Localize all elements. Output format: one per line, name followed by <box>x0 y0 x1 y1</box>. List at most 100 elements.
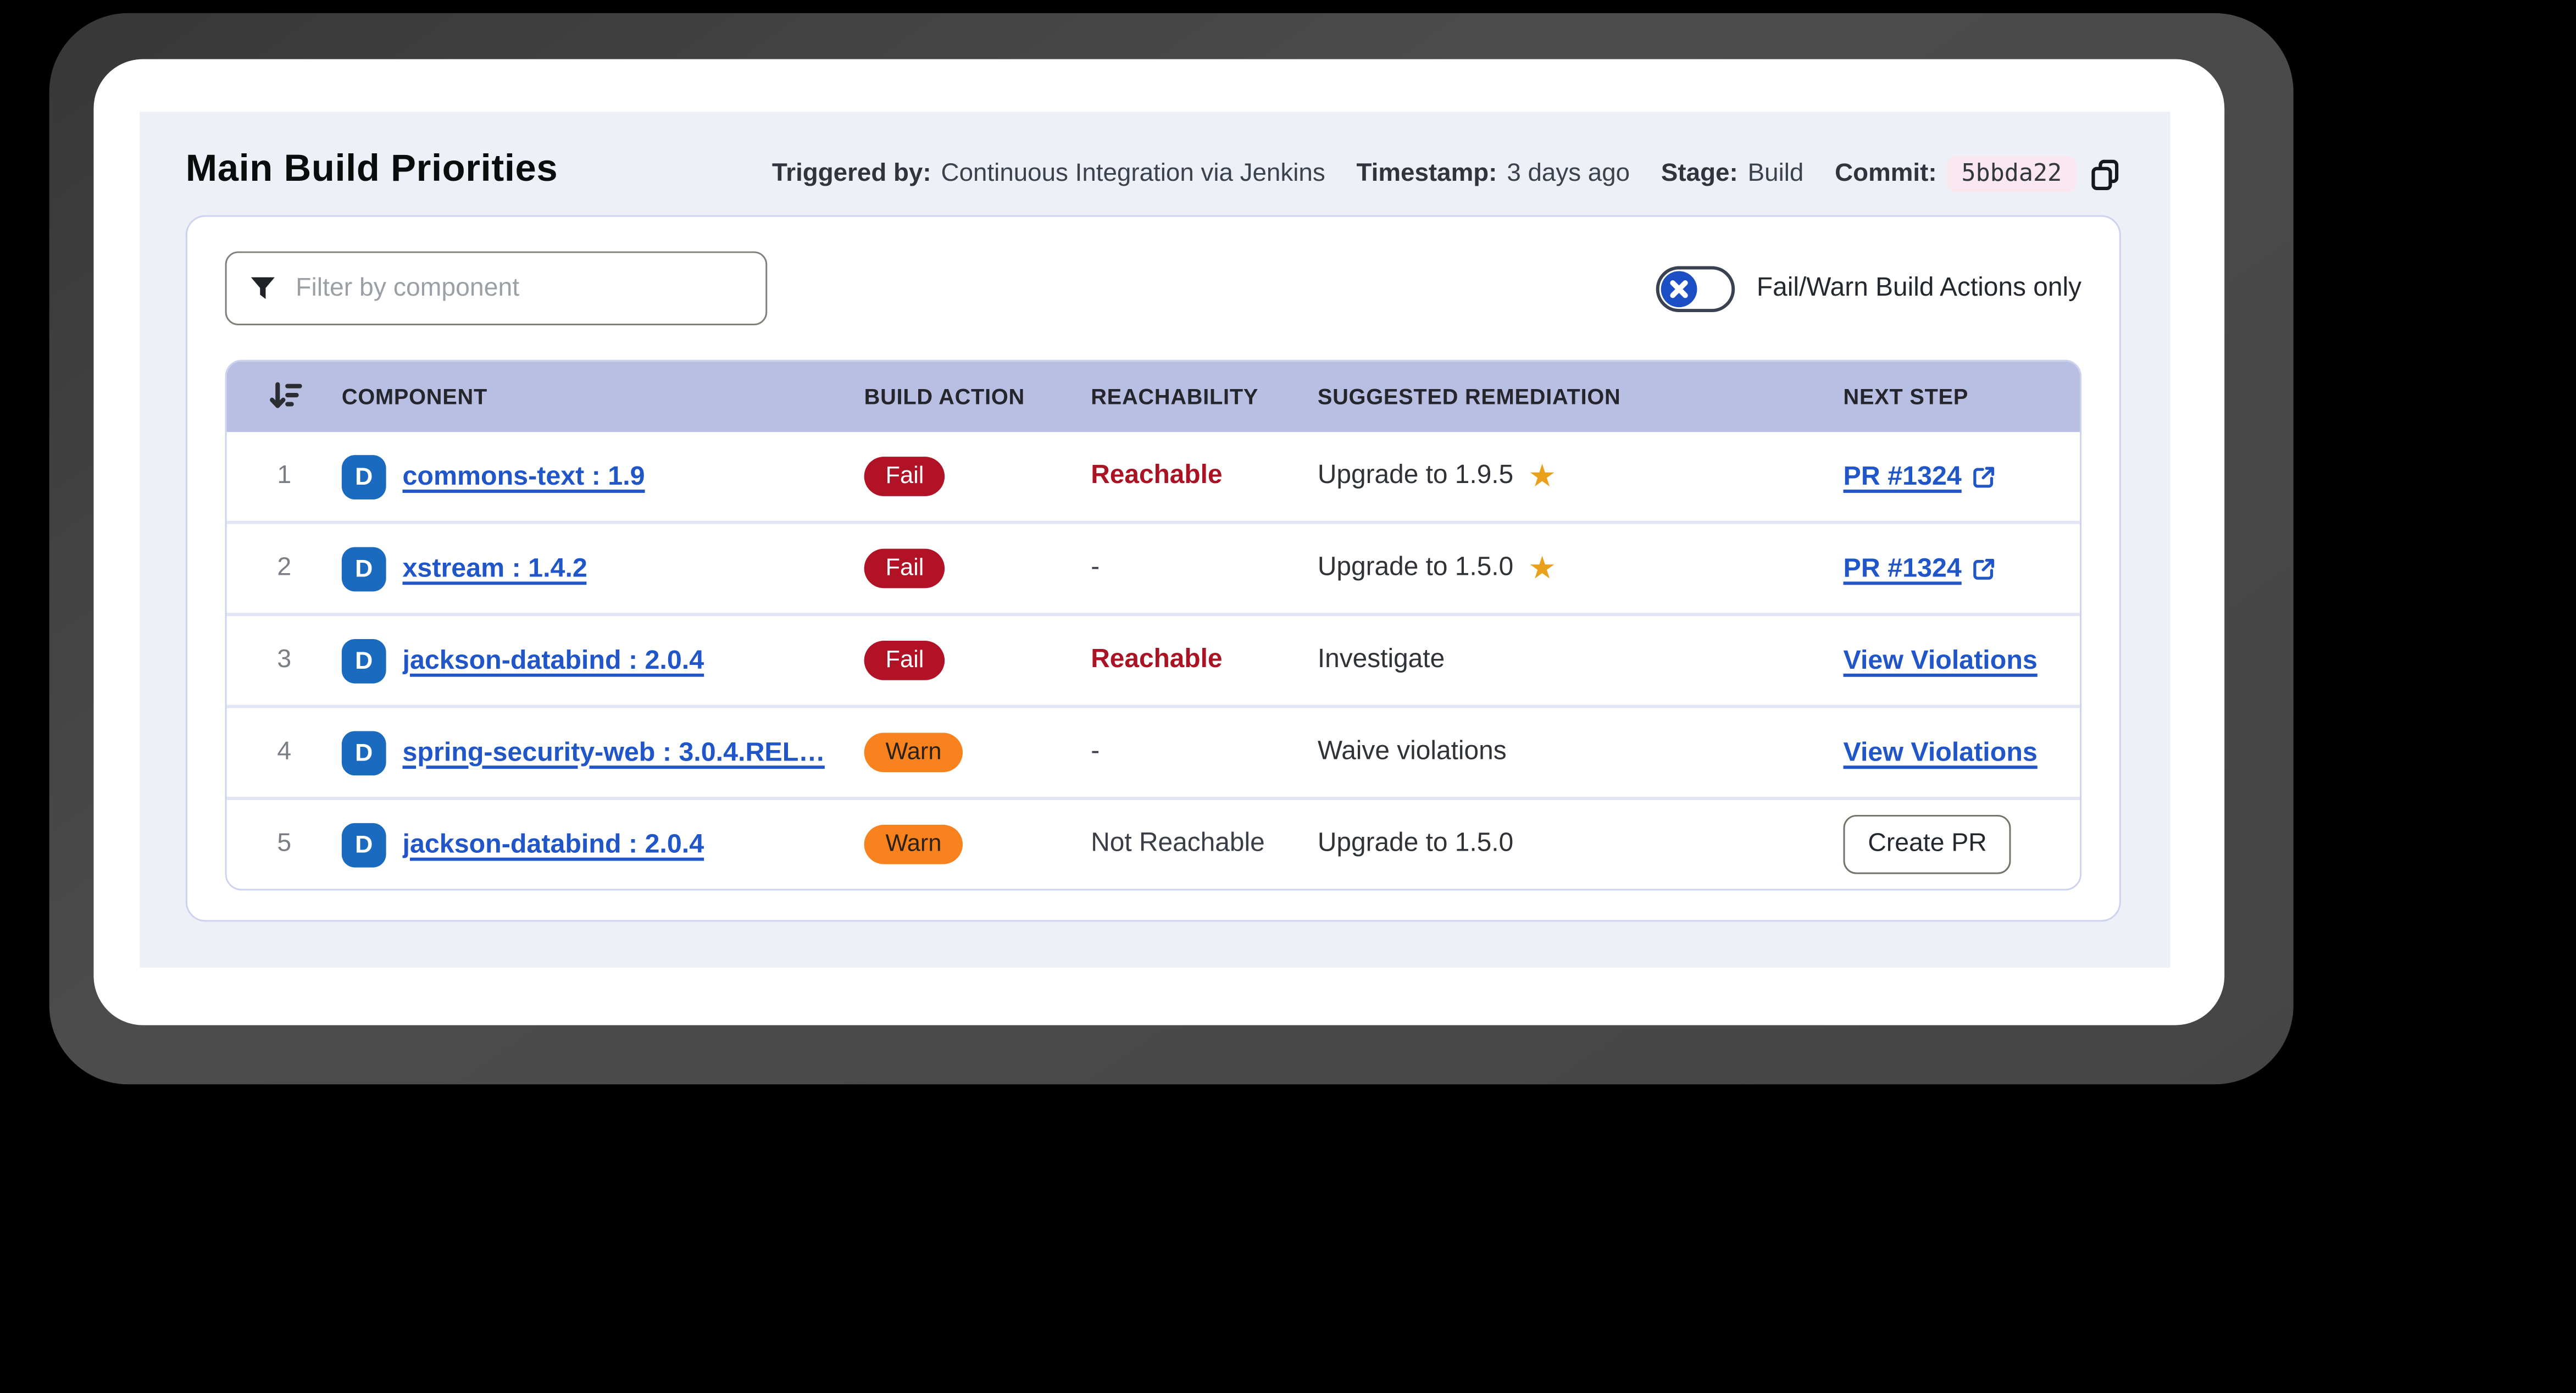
meta-label: Triggered by: <box>771 159 931 187</box>
next-step-cell: View Violations <box>1844 737 2080 768</box>
remediation-cell: Upgrade to 1.9.5 ★ <box>1318 461 1844 492</box>
table-header: COMPONENT BUILD ACTION REACHABILITY SUGG… <box>226 361 2080 432</box>
filter-funnel-icon <box>249 276 276 301</box>
stage: Main Build Priorities Triggered by: Cont… <box>0 0 2576 1393</box>
toggle-knob <box>1661 270 1698 307</box>
component-link[interactable]: jackson-databind : 2.0.4 <box>403 645 704 676</box>
table-row: 1 D commons-text : 1.9 Fail Reachable Up… <box>226 432 2080 521</box>
build-action-cell: Fail <box>864 641 1091 680</box>
report-meta: Triggered by: Continuous Integration via… <box>772 156 2121 192</box>
meta-value: 3 days ago <box>1507 159 1630 187</box>
component-cell: D spring-security-web : 3.0.4.REL… <box>341 730 864 775</box>
priorities-panel: Fail/Warn Build Actions only <box>185 215 2121 922</box>
remediation-text: Upgrade to 1.9.5 <box>1317 462 1514 490</box>
build-action-badge: Warn <box>864 824 963 864</box>
next-step-cell: PR #1324 <box>1844 553 2080 584</box>
build-action-badge: Fail <box>864 641 946 680</box>
dependency-d-icon: D <box>341 822 386 867</box>
toggle-group: Fail/Warn Build Actions only <box>1656 265 2082 312</box>
external-link-icon <box>1972 556 1996 581</box>
screen: Main Build Priorities Triggered by: Cont… <box>93 59 2225 1025</box>
build-action-cell: Warn <box>864 824 1091 864</box>
filter-box <box>225 251 768 325</box>
dependency-d-icon: D <box>341 730 386 775</box>
col-next-step: NEXT STEP <box>1843 384 1969 409</box>
view-violations-link[interactable]: View Violations <box>1844 737 2038 768</box>
device-frame: Main Build Priorities Triggered by: Cont… <box>49 13 2294 1085</box>
remediation-cell: Upgrade to 1.5.0 ★ <box>1318 553 1844 584</box>
component-cell: D jackson-databind : 2.0.4 <box>341 638 864 683</box>
table-row: 3 D jackson-databind : 2.0.4 Fail Reacha… <box>226 613 2080 705</box>
meta-label: Stage: <box>1661 159 1738 187</box>
dependency-d-icon: D <box>341 638 386 683</box>
build-action-badge: Warn <box>864 732 963 773</box>
build-action-cell: Fail <box>864 457 1091 496</box>
component-cell: D commons-text : 1.9 <box>341 454 864 499</box>
create-pr-button[interactable]: Create PR <box>1843 814 2012 874</box>
row-rank: 2 <box>277 553 292 582</box>
build-action-cell: Warn <box>864 732 1091 773</box>
meta-triggered-by: Triggered by: Continuous Integration via… <box>772 159 1325 189</box>
x-circle-icon <box>1662 270 1698 307</box>
view-violations-link[interactable]: View Violations <box>1844 645 2038 676</box>
next-step-cell: Create PR <box>1843 814 2080 874</box>
dependency-d-icon: D <box>341 546 386 591</box>
build-action-badge: Fail <box>864 457 946 496</box>
remediation-text: Upgrade to 1.5.0 <box>1317 829 1514 858</box>
reachability-text: - <box>1091 553 1100 582</box>
commit-hash-chip: 5bbda22 <box>1946 156 2077 192</box>
table-row: 2 D xstream : 1.4.2 Fail - Upgrade to 1.… <box>226 520 2080 613</box>
meta-commit: Commit: 5bbda22 <box>1835 156 2121 192</box>
external-link-icon <box>1972 464 1996 489</box>
filter-input[interactable] <box>292 271 746 305</box>
component-link[interactable]: commons-text : 1.9 <box>403 461 645 492</box>
toggle-label: Fail/Warn Build Actions only <box>1756 273 2082 302</box>
remediation-text: Upgrade to 1.5.0 <box>1317 553 1514 582</box>
table-body: 1 D commons-text : 1.9 Fail Reachable Up… <box>226 432 2080 889</box>
report-card: Main Build Priorities Triggered by: Cont… <box>140 112 2170 968</box>
star-icon: ★ <box>1528 459 1557 494</box>
next-step-cell: PR #1324 <box>1844 461 2080 492</box>
reachability-cell: - <box>1091 554 1318 584</box>
remediation-cell: Upgrade to 1.5.0 <box>1318 830 1844 859</box>
dependency-d-icon: D <box>341 454 386 499</box>
reachability-text: Reachable <box>1091 462 1223 490</box>
priorities-table: COMPONENT BUILD ACTION REACHABILITY SUGG… <box>225 359 2082 891</box>
meta-value: Continuous Integration via Jenkins <box>941 159 1325 187</box>
fail-warn-toggle[interactable] <box>1656 265 1736 312</box>
component-link[interactable]: spring-security-web : 3.0.4.REL… <box>403 737 825 768</box>
reachability-text: Reachable <box>1091 645 1223 674</box>
reachability-cell: - <box>1091 737 1318 767</box>
toolbar: Fail/Warn Build Actions only <box>225 251 2081 325</box>
page-title: Main Build Priorities <box>185 146 558 189</box>
pr-link[interactable]: PR #1324 <box>1844 553 1996 584</box>
row-rank: 5 <box>277 829 292 858</box>
pr-link[interactable]: PR #1324 <box>1844 461 1996 492</box>
copy-icon[interactable] <box>2090 157 2121 192</box>
meta-value: Build <box>1747 159 1804 187</box>
reachability-cell: Reachable <box>1091 646 1318 675</box>
meta-label: Commit: <box>1835 159 1937 187</box>
remediation-cell: Waive violations <box>1318 737 1844 767</box>
reachability-text: - <box>1091 737 1100 766</box>
table-row: 5 D jackson-databind : 2.0.4 Warn Not Re… <box>226 797 2080 889</box>
meta-label: Timestamp: <box>1356 159 1497 187</box>
sort-descending-icon[interactable] <box>227 380 342 414</box>
col-reachability: REACHABILITY <box>1091 384 1259 409</box>
build-action-badge: Fail <box>864 548 946 589</box>
report-header: Main Build Priorities Triggered by: Cont… <box>186 112 2121 192</box>
row-rank: 4 <box>277 737 292 766</box>
star-icon: ★ <box>1528 551 1557 586</box>
next-step-label: PR #1324 <box>1843 460 1962 491</box>
component-cell: D jackson-databind : 2.0.4 <box>341 822 864 867</box>
remediation-text: Investigate <box>1317 645 1445 674</box>
reachability-cell: Not Reachable <box>1091 830 1318 859</box>
col-remediation: SUGGESTED REMEDIATION <box>1317 384 1621 409</box>
component-link[interactable]: jackson-databind : 2.0.4 <box>403 829 704 860</box>
next-step-label: PR #1324 <box>1843 553 1962 582</box>
reachability-text: Not Reachable <box>1091 829 1265 858</box>
next-step-label: View Violations <box>1843 645 2038 675</box>
component-link[interactable]: xstream : 1.4.2 <box>403 553 587 584</box>
next-step-label: Create PR <box>1868 829 1987 858</box>
remediation-text: Waive violations <box>1317 737 1507 766</box>
